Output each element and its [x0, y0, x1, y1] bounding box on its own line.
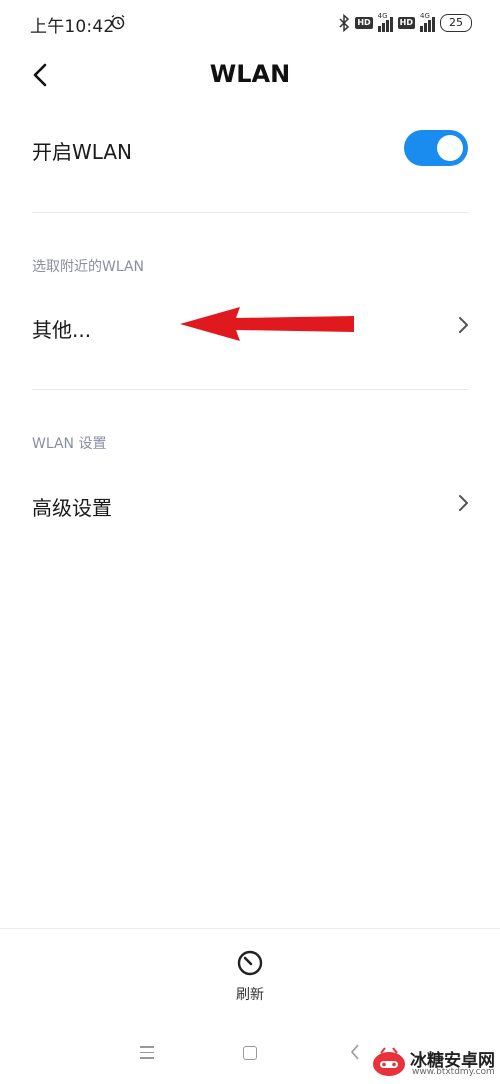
refresh-label: 刷新: [236, 987, 264, 1003]
watermark-url: www.btxtdmy.com: [412, 1067, 495, 1077]
hd-badge: HD: [355, 17, 373, 29]
status-icons: HD 4G HD 4G 25: [338, 12, 472, 34]
chevron-right-icon-2: [459, 495, 468, 511]
wlan-toggle-label: 开启WLAN: [32, 140, 133, 164]
settings-section-title: WLAN 设置: [32, 436, 107, 452]
hd-badge-2: HD: [397, 17, 415, 29]
bottom-divider: [0, 928, 500, 929]
nearby-section-title: 选取附近的WLAN: [32, 259, 145, 275]
network-type: 4G: [377, 12, 388, 20]
home-icon[interactable]: [243, 1046, 257, 1060]
list-item-advanced-settings[interactable]: 高级设置: [0, 470, 500, 538]
signal-icon: 4G: [377, 12, 393, 32]
bluetooth-icon: [339, 14, 350, 32]
annotation-arrow-icon: [180, 307, 354, 341]
watermark-logo-icon: [373, 1047, 405, 1076]
toggle-knob: [437, 135, 463, 161]
divider: [32, 212, 468, 213]
page-title: WLAN: [209, 60, 291, 88]
status-time: 上午10:42: [30, 17, 115, 37]
divider-2: [32, 389, 468, 390]
chevron-right-icon: [459, 317, 468, 333]
network-type-2: 4G: [420, 12, 430, 20]
wlan-toggle-switch[interactable]: [404, 130, 468, 166]
alarm-icon: [111, 14, 125, 30]
list-item-label-2: 高级设置: [32, 496, 112, 520]
battery-indicator: 25: [440, 14, 472, 32]
signal-icon-2: 4G: [420, 12, 435, 32]
refresh-icon: [237, 950, 263, 976]
recent-apps-icon[interactable]: [140, 1046, 154, 1063]
list-item-label: 其他...: [32, 318, 92, 342]
nav-back-icon[interactable]: [348, 1042, 362, 1062]
